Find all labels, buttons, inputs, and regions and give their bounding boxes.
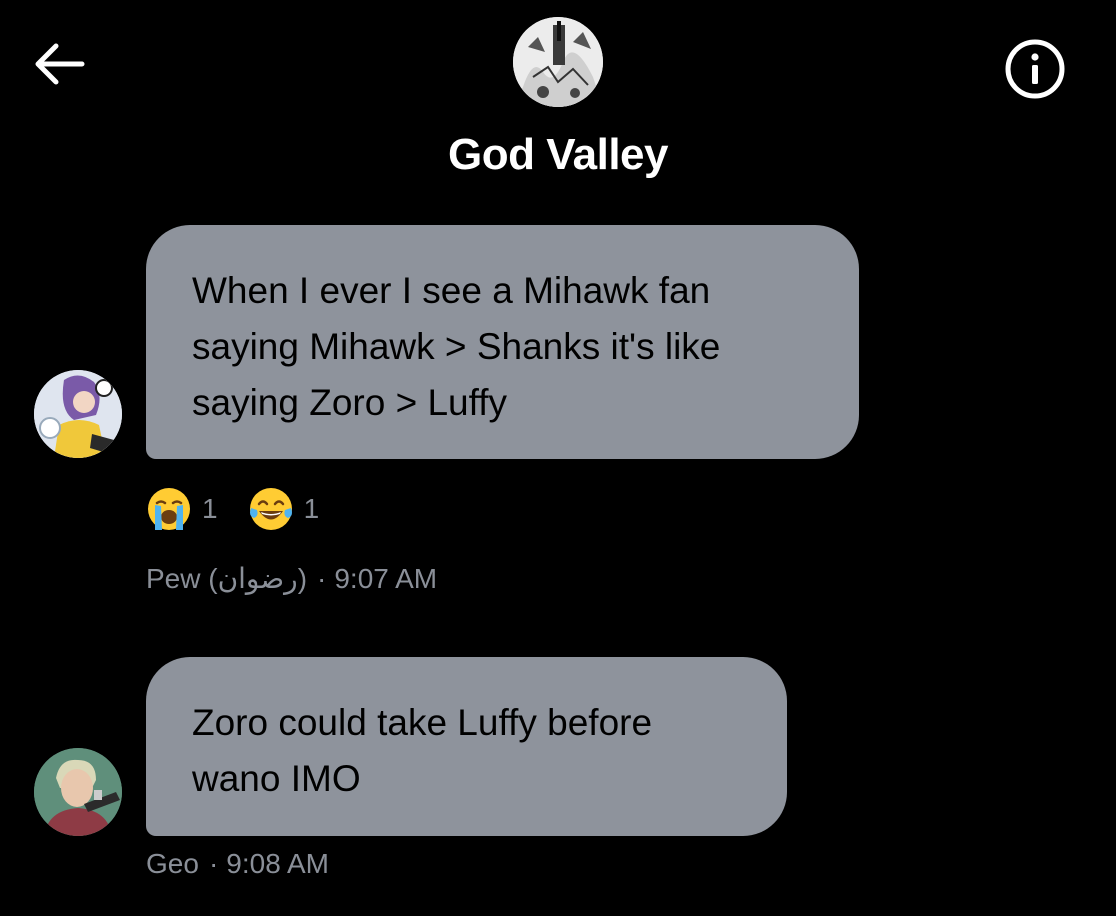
separator-dot: · xyxy=(208,848,219,879)
info-button[interactable] xyxy=(1004,38,1066,100)
sender-avatar-geo[interactable] xyxy=(34,748,122,836)
message-text-line: saying Mihawk > Shanks it's like xyxy=(192,326,721,367)
reaction-crying[interactable]: 1 xyxy=(146,486,224,532)
sender-name: Geo xyxy=(146,848,199,879)
separator-dot: · xyxy=(317,563,327,594)
arrow-left-icon xyxy=(35,43,85,85)
back-button[interactable] xyxy=(30,40,86,88)
group-avatar[interactable] xyxy=(513,17,603,107)
message-meta: Pew (رضوان) · 9:07 AM xyxy=(146,562,437,595)
message-bubble[interactable]: Zoro could take Luffy before wano IMO xyxy=(146,657,787,836)
face-with-tears-of-joy-icon xyxy=(249,488,292,530)
message-text-line: wano IMO xyxy=(192,758,361,799)
reaction-count: 1 xyxy=(303,493,320,524)
loudly-crying-face-icon xyxy=(148,488,190,530)
reaction-count: 1 xyxy=(202,493,218,524)
sender-avatar-pew[interactable] xyxy=(34,370,122,458)
message-time: 9:07 AM xyxy=(334,563,438,594)
sender-name: Pew (رضوان) xyxy=(146,563,308,594)
message-bubble[interactable]: When I ever I see a Mihawk fan saying Mi… xyxy=(146,225,859,459)
message-text-line: saying Zoro > Luffy xyxy=(192,382,508,423)
message-time: 9:08 AM xyxy=(226,848,329,879)
info-icon xyxy=(1005,39,1065,99)
reaction-laughing[interactable]: 1 xyxy=(248,486,326,532)
conversation-title: God Valley xyxy=(448,130,668,179)
message-text-line: Zoro could take Luffy before xyxy=(192,702,653,743)
reactions-row: 1 1 xyxy=(146,484,349,534)
message-meta: Geo · 9:08 AM xyxy=(146,848,329,880)
message-text-line: When I ever I see a Mihawk fan xyxy=(192,270,711,311)
